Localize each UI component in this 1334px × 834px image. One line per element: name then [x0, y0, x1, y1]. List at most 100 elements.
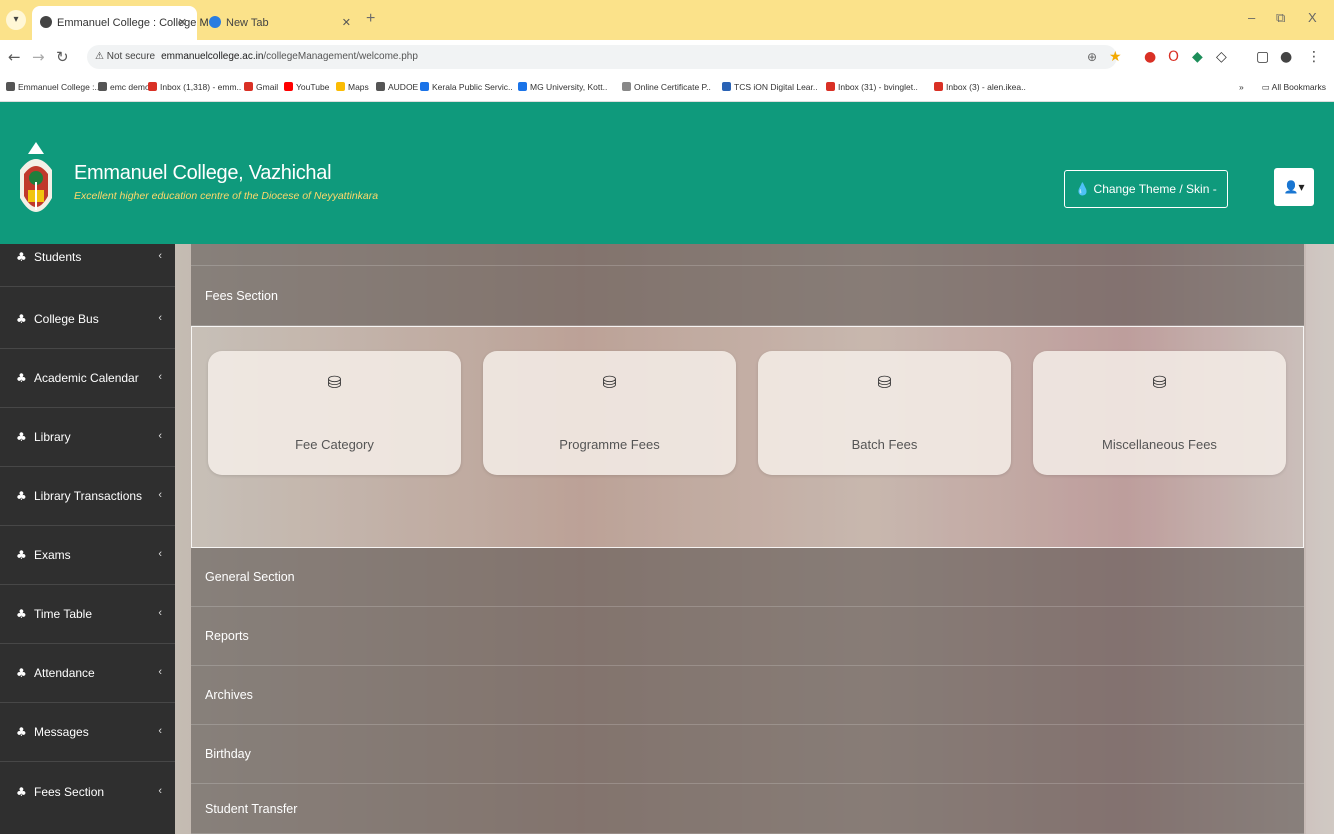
sidebar-item-fees-section[interactable]: ♣ Fees Section ‹: [0, 762, 175, 821]
sitemap-icon: ♣: [16, 489, 27, 503]
college-name: Emmanuel College, Vazhichal: [74, 162, 332, 184]
bookmarks-overflow-icon[interactable]: »: [1239, 82, 1244, 92]
panel-heading-label: Student Transfer: [205, 801, 298, 816]
close-tab-icon[interactable]: ✕: [342, 6, 351, 40]
sidebar-item-students[interactable]: ♣ Students ‹: [0, 228, 175, 287]
panel-heading-reports[interactable]: Reports: [191, 607, 1304, 666]
panel-heading-birthday[interactable]: Birthday: [191, 725, 1304, 784]
sidebar-item-library-transactions[interactable]: ♣ Library Transactions ‹: [0, 467, 175, 526]
bookmark-item[interactable]: MG University, Kott..: [518, 82, 607, 92]
chevron-left-icon: ‹: [158, 370, 162, 383]
sidebar-item-messages[interactable]: ♣ Messages ‹: [0, 703, 175, 762]
change-theme-button[interactable]: 💧 Change Theme / Skin -: [1064, 170, 1228, 208]
all-bookmarks[interactable]: » ▭ All Bookmarks: [1239, 82, 1326, 93]
panel-heading-label: Reports: [205, 629, 249, 643]
bookmark-item[interactable]: Maps: [336, 82, 369, 92]
bookmark-label: AUDOE: [388, 82, 419, 92]
bookmark-item[interactable]: Online Certificate P..: [622, 82, 711, 92]
bookmark-item[interactable]: Inbox (31) - bvinglet..: [826, 82, 918, 92]
sitemap-icon: ♣: [16, 430, 27, 444]
batch-fees-tile[interactable]: ⛁ Batch Fees: [758, 351, 1011, 475]
bookmark-star-icon[interactable]: ★: [1109, 49, 1122, 65]
chrome-menu-icon[interactable]: ⋮: [1307, 49, 1321, 65]
tile-label: Programme Fees: [559, 437, 660, 452]
bookmark-label: YouTube: [296, 82, 330, 92]
chevron-left-icon: ‹: [158, 429, 162, 442]
sitemap-icon: ♣: [16, 607, 27, 621]
extension-red-icon[interactable]: ●: [1144, 49, 1156, 65]
panel-heading-archives[interactable]: Archives: [191, 666, 1304, 725]
bookmark-label: MG University, Kott..: [530, 82, 608, 92]
gmail-icon: [148, 82, 157, 92]
chevron-left-icon: ‹: [158, 547, 162, 560]
reload-icon[interactable]: ↻: [56, 48, 69, 66]
bookmark-label: Maps: [348, 82, 369, 92]
bookmark-item[interactable]: YouTube: [284, 82, 329, 92]
panel-heading-general-section[interactable]: General Section: [191, 548, 1304, 607]
gmail-icon: [934, 82, 943, 92]
zoom-icon[interactable]: ⊕: [1087, 49, 1097, 65]
browser-tab-active[interactable]: Emmanuel College : College M ✕: [32, 6, 209, 40]
restore-button[interactable]: ⧉: [1276, 10, 1285, 26]
user-menu-button[interactable]: 👤▾: [1274, 168, 1314, 206]
chevron-left-icon: ‹: [158, 724, 162, 737]
extension-green-icon[interactable]: ◆: [1192, 49, 1203, 65]
chevron-left-icon: ‹: [158, 606, 162, 619]
chevron-left-icon: ‹: [158, 784, 162, 797]
bookmark-item[interactable]: AUDOE: [376, 82, 418, 92]
sidebar-item-label: Messages: [34, 725, 89, 739]
new-tab-button[interactable]: +: [366, 10, 375, 28]
bookmark-item[interactable]: Kerala Public Servic..: [420, 82, 513, 92]
profile-avatar-icon[interactable]: ●: [1280, 49, 1292, 65]
sidebar-item-label: Library Transactions: [34, 489, 143, 503]
bookmark-item[interactable]: Gmail: [244, 82, 278, 92]
extension-puzzle-icon[interactable]: ◇: [1216, 49, 1227, 65]
bookmark-favicon-icon: [98, 82, 107, 92]
bookmark-item[interactable]: Inbox (3) - alen.ikea..: [934, 82, 1026, 92]
minimize-button[interactable]: –: [1248, 10, 1255, 25]
sidebar-item-label: Fees Section: [34, 784, 105, 799]
tab-search-icon[interactable]: ▾: [6, 10, 26, 30]
panel-heading-student-transfer[interactable]: Student Transfer: [191, 784, 1304, 834]
chevron-left-icon: ‹: [158, 249, 162, 262]
sitemap-icon: ♣: [16, 784, 27, 799]
url-host: emmanuelcollege.ac.in: [161, 51, 264, 62]
bookmark-item[interactable]: Inbox (1,318) - emm..: [148, 82, 241, 92]
sidebar-item-college-bus[interactable]: ♣ College Bus ‹: [0, 290, 175, 349]
panel-heading-partial[interactable]: [191, 244, 1304, 266]
sidebar-item-academic-calendar[interactable]: ♣ Academic Calendar ‹: [0, 349, 175, 408]
tile-label: Miscellaneous Fees: [1102, 437, 1217, 452]
close-tab-icon[interactable]: ✕: [178, 6, 187, 40]
programme-fees-tile[interactable]: ⛁ Programme Fees: [483, 351, 736, 475]
address-bar[interactable]: ⚠ Not secure emmanuelcollege.ac.in/colleg…: [87, 45, 1117, 69]
folder-icon: ▭: [1261, 82, 1272, 92]
sidebar-item-attendance[interactable]: ♣ Attendance ‹: [0, 644, 175, 703]
sidepanel-icon[interactable]: ▢: [1256, 49, 1269, 65]
page-scrollbar[interactable]: [1306, 244, 1334, 834]
chevron-left-icon: ‹: [158, 665, 162, 678]
sidebar-item-label: Library: [34, 430, 71, 444]
bookmark-item[interactable]: Emmanuel College :..: [6, 82, 99, 92]
panel-heading-fees-section[interactable]: Fees Section: [191, 266, 1304, 326]
sidebar-item-exams[interactable]: ♣ Exams ‹: [0, 526, 175, 585]
sidebar-item-label: Academic Calendar: [34, 371, 139, 385]
bookmark-item[interactable]: emc demo: [98, 82, 150, 92]
forward-icon[interactable]: →: [32, 48, 45, 66]
extension-opera-icon[interactable]: O: [1168, 49, 1179, 65]
not-secure-label[interactable]: ⚠ Not secure: [95, 51, 155, 62]
url-path: /collegeManagement/welcome.php: [263, 51, 418, 62]
bookmark-favicon-icon: [376, 82, 385, 92]
chevron-left-icon: ‹: [158, 311, 162, 324]
fee-category-tile[interactable]: ⛁ Fee Category: [208, 351, 461, 475]
sidebar-item-time-table[interactable]: ♣ Time Table ‹: [0, 585, 175, 644]
sidebar-item-label: Exams: [34, 548, 71, 562]
browser-tab-new-tab[interactable]: New Tab ✕: [201, 6, 361, 40]
panel-heading-label: Fees Section: [205, 288, 278, 303]
close-window-button[interactable]: X: [1308, 10, 1317, 25]
back-icon[interactable]: ←: [8, 48, 21, 66]
sidebar-item-library[interactable]: ♣ Library ‹: [0, 408, 175, 467]
miscellaneous-fees-tile[interactable]: ⛁ Miscellaneous Fees: [1033, 351, 1286, 475]
panel-heading-label: Archives: [205, 688, 253, 702]
bookmark-item[interactable]: TCS iON Digital Lear..: [722, 82, 818, 92]
sitemap-icon: ♣: [16, 666, 27, 680]
